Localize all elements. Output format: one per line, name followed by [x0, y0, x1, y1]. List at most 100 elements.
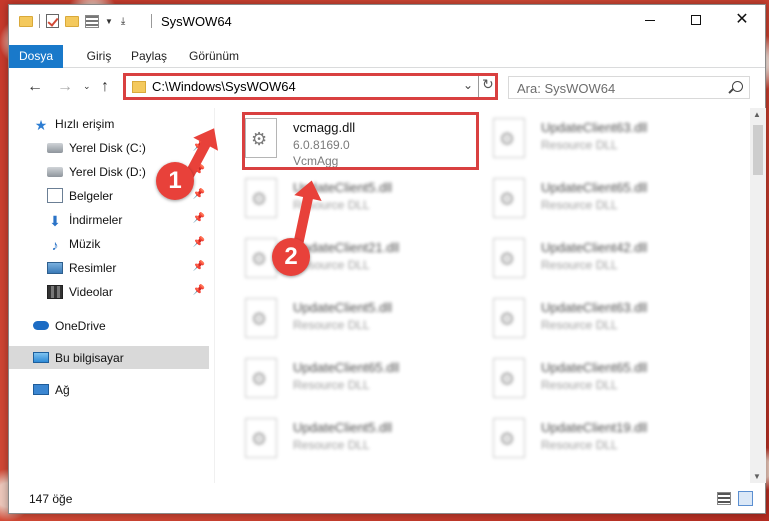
file-name: UpdateClient5.dll	[293, 420, 393, 435]
sidebar-item-label: Müzik	[69, 236, 101, 251]
pin-icon[interactable]: 📌	[193, 213, 205, 224]
callout-badge-1: 1	[156, 162, 194, 200]
back-arrow-icon[interactable]: ←	[27, 78, 43, 96]
details-view-icon[interactable]	[717, 492, 731, 505]
sidebar-item-videos[interactable]: Videolar 📌	[9, 280, 209, 303]
status-bar: 147 öğe	[9, 485, 765, 513]
chevron-down-icon[interactable]: ▼	[105, 17, 113, 26]
ribbon-tabs: Dosya Giriş Paylaş Görünüm	[9, 45, 765, 68]
pane-splitter[interactable]	[214, 108, 215, 483]
recent-locations-chevron-icon[interactable]: ⌄	[83, 81, 91, 92]
file-item[interactable]: UpdateClient63.dll Resource DLL	[487, 114, 727, 176]
window-controls: ✕	[627, 5, 765, 35]
file-item[interactable]: UpdateClient63.dll Resource DLL	[487, 294, 727, 356]
file-type: Resource DLL	[293, 438, 370, 452]
folder-icon	[19, 15, 33, 27]
sidebar-item-quick-access[interactable]: ★ Hızlı erişim	[9, 112, 209, 135]
dll-file-icon	[493, 178, 525, 218]
sidebar-item-label: OneDrive	[55, 318, 106, 333]
large-icons-view-icon[interactable]	[738, 491, 753, 506]
address-divider	[478, 76, 479, 97]
file-name: UpdateClient65.dll	[293, 360, 400, 375]
file-item[interactable]: UpdateClient65.dll Resource DLL	[239, 354, 479, 416]
sidebar-item-label: Videolar	[69, 284, 113, 299]
pin-icon[interactable]: 📌	[193, 189, 205, 200]
file-name: UpdateClient63.dll	[541, 300, 648, 315]
file-item[interactable]: UpdateClient5.dll Resource DLL	[239, 414, 479, 476]
search-input[interactable]: Ara: SysWOW64	[508, 76, 750, 99]
window-title: SysWOW64	[161, 14, 232, 29]
scroll-up-icon[interactable]: ▲	[753, 110, 761, 119]
new-folder-icon[interactable]	[65, 15, 79, 27]
scroll-down-icon[interactable]: ▼	[753, 472, 761, 481]
chevron-down-icon[interactable]: ⌄	[463, 78, 473, 92]
customize-icon[interactable]	[85, 14, 99, 28]
sidebar-item-label: Resimler	[69, 260, 117, 275]
dll-file-icon	[245, 178, 277, 218]
disk-icon	[47, 142, 63, 153]
file-item[interactable]: UpdateClient42.dll Resource DLL	[487, 234, 727, 296]
toolbar-divider	[39, 14, 40, 28]
callout-badge-2: 2	[272, 238, 310, 276]
tab-view[interactable]: Görünüm	[185, 45, 243, 68]
sidebar-item-this-pc[interactable]: Bu bilgisayar	[9, 346, 209, 369]
search-icon[interactable]	[732, 81, 743, 92]
title-divider	[151, 14, 152, 28]
pin-icon[interactable]: 📌	[193, 261, 205, 272]
sidebar-item-network[interactable]: Ağ	[9, 378, 209, 401]
sidebar-item-label: Yerel Disk (D:)	[69, 164, 146, 179]
address-bar[interactable]: C:\Windows\SysWOW64 ⌄ ↻	[123, 73, 498, 100]
sidebar-item-downloads[interactable]: ⬇ İndirmeler 📌	[9, 208, 209, 231]
toolbar-dropdown-icon[interactable]: ⤓	[121, 16, 125, 27]
videos-icon	[47, 284, 63, 299]
vertical-scrollbar[interactable]: ▲ ▼	[750, 108, 766, 483]
sidebar-item-local-disk-c[interactable]: Yerel Disk (C:) 📌	[9, 136, 209, 159]
file-item[interactable]: UpdateClient5.dll Resource DLL	[239, 294, 479, 356]
sidebar-item-pictures[interactable]: Resimler 📌	[9, 256, 209, 279]
file-type: Resource DLL	[541, 318, 618, 332]
address-path[interactable]: C:\Windows\SysWOW64	[152, 79, 296, 94]
file-type: Resource DLL	[541, 258, 618, 272]
file-name: UpdateClient5.dll	[293, 300, 393, 315]
documents-icon	[47, 188, 63, 203]
title-bar: ▼ ⤓ SysWOW64 ✕	[9, 5, 765, 37]
sidebar-item-music[interactable]: ♪ Müzik 📌	[9, 232, 209, 255]
close-button[interactable]: ✕	[719, 5, 765, 35]
sidebar-item-onedrive[interactable]: OneDrive	[9, 314, 209, 337]
pin-icon[interactable]: 📌	[193, 285, 205, 296]
dll-file-icon	[493, 238, 525, 278]
sidebar-item-label: Yerel Disk (C:)	[69, 140, 146, 155]
minimize-button[interactable]	[627, 5, 673, 35]
maximize-button[interactable]	[673, 5, 719, 35]
network-icon	[33, 384, 49, 395]
file-item[interactable]: UpdateClient19.dll Resource DLL	[487, 414, 727, 476]
close-icon: ✕	[735, 11, 749, 28]
highlight-box	[242, 112, 479, 170]
file-type: Resource DLL	[293, 378, 370, 392]
file-name: UpdateClient19.dll	[541, 420, 648, 435]
dll-file-icon	[493, 118, 525, 158]
pictures-icon	[47, 261, 63, 274]
file-type: Resource DLL	[541, 438, 618, 452]
refresh-icon[interactable]: ↻	[482, 76, 494, 93]
tab-home[interactable]: Giriş	[81, 45, 117, 68]
file-item[interactable]: UpdateClient65.dll Resource DLL	[487, 354, 727, 416]
sidebar-item-label: Bu bilgisayar	[55, 350, 124, 365]
scrollbar-thumb[interactable]	[753, 125, 763, 175]
sidebar-item-label: Ağ	[55, 382, 70, 397]
search-placeholder: Ara: SysWOW64	[517, 81, 616, 96]
file-name: UpdateClient65.dll	[541, 360, 648, 375]
file-item[interactable]: UpdateClient5.dll Resource DLL	[239, 174, 479, 236]
tab-share[interactable]: Paylaş	[127, 45, 171, 68]
file-list: vcmagg.dll 6.0.8169.0 VcmAgg UpdateClien…	[219, 108, 749, 483]
dll-file-icon	[493, 418, 525, 458]
tab-file[interactable]: Dosya	[9, 45, 63, 68]
up-arrow-icon[interactable]: ↑	[101, 78, 109, 96]
pin-icon[interactable]: 📌	[193, 237, 205, 248]
sidebar-item-label: İndirmeler	[69, 212, 123, 227]
sidebar-item-label: Hızlı erişim	[55, 116, 115, 131]
forward-arrow-icon[interactable]: →	[57, 78, 73, 96]
properties-check-icon[interactable]	[46, 14, 59, 28]
star-icon: ★	[34, 116, 48, 133]
file-item[interactable]: UpdateClient65.dll Resource DLL	[487, 174, 727, 236]
